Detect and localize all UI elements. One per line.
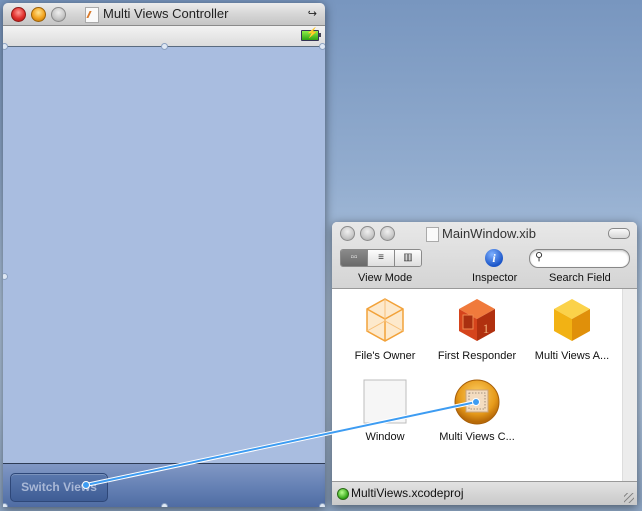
view-canvas[interactable]	[3, 47, 325, 463]
minimize-button[interactable]	[360, 226, 375, 241]
search-icon: ⚲	[535, 251, 544, 263]
icon-view-button[interactable]: ▫▫	[341, 250, 368, 266]
objects-panel: File's Owner 1 First Responder Multi Vie…	[332, 289, 622, 481]
wireframe-cube-icon	[366, 298, 404, 342]
list-view-button[interactable]: ≡	[368, 250, 395, 266]
status-footer: MultiViews.xcodeproj	[332, 481, 637, 505]
zoom-button[interactable]	[380, 226, 395, 241]
item-label: Window	[365, 431, 405, 443]
first-responder-item[interactable]: 1 First Responder	[429, 297, 525, 362]
document-icon	[85, 7, 99, 23]
inspector-label: Inspector	[472, 272, 518, 284]
toolbar-toggle-button[interactable]	[608, 228, 630, 239]
window-icon	[363, 379, 407, 424]
view-controller-icon	[454, 379, 500, 425]
mainwindow-xib-window: MainWindow.xib ▫▫ ≡ ▥ View Mode i Inspec…	[332, 222, 637, 505]
project-status-icon	[337, 488, 349, 500]
resize-handle[interactable]	[161, 43, 168, 50]
multi-views-app-delegate-item[interactable]: Multi Views A...	[524, 297, 620, 362]
search-field-label: Search Field	[549, 272, 611, 284]
rotate-icon[interactable]: ↪	[308, 7, 317, 20]
bottom-toolbar: Switch Views	[3, 463, 325, 507]
close-button[interactable]	[340, 226, 355, 241]
xib-toolbar: MainWindow.xib ▫▫ ≡ ▥ View Mode i Inspec…	[332, 222, 637, 289]
inspector-info-icon[interactable]: i	[485, 249, 503, 267]
switch-views-button[interactable]: Switch Views	[10, 473, 108, 502]
multi-views-controller-item[interactable]: Multi Views C...	[429, 378, 525, 443]
window-item[interactable]: Window	[337, 378, 433, 443]
item-label: File's Owner	[354, 350, 416, 362]
zoom-button[interactable]	[51, 7, 66, 22]
resize-handle[interactable]	[161, 503, 168, 507]
window-title: Multi Views Controller	[103, 6, 229, 21]
search-input[interactable]	[548, 251, 627, 267]
yellow-cube-icon	[554, 299, 590, 341]
project-name: MultiViews.xcodeproj	[351, 486, 464, 500]
xib-file-icon	[426, 227, 439, 242]
red-cube-icon: 1	[459, 299, 495, 341]
view-mode-label: View Mode	[358, 272, 413, 284]
resize-grip-icon[interactable]	[624, 493, 634, 503]
minimize-button[interactable]	[31, 7, 46, 22]
item-label: First Responder	[437, 350, 517, 362]
resize-handle[interactable]	[319, 503, 325, 507]
item-label: Multi Views A...	[534, 350, 610, 362]
close-button[interactable]	[11, 7, 26, 22]
resize-handle[interactable]	[319, 43, 325, 50]
svg-text:1: 1	[483, 321, 490, 336]
search-field[interactable]: ⚲	[529, 249, 630, 268]
scrollbar[interactable]	[622, 289, 637, 481]
multi-views-controller-window: Multi Views Controller ↪ ⚡ Switch Views	[3, 3, 325, 507]
column-view-button[interactable]: ▥	[395, 250, 421, 266]
resize-handle[interactable]	[3, 503, 8, 507]
title-bar[interactable]: Multi Views Controller ↪	[3, 3, 325, 26]
charging-icon: ⚡	[306, 28, 319, 39]
view-mode-control[interactable]: ▫▫ ≡ ▥	[340, 249, 422, 267]
window-title: MainWindow.xib	[442, 226, 536, 241]
battery-icon: ⚡	[301, 28, 321, 41]
item-label: Multi Views C...	[439, 431, 515, 443]
files-owner-item[interactable]: File's Owner	[337, 297, 433, 362]
